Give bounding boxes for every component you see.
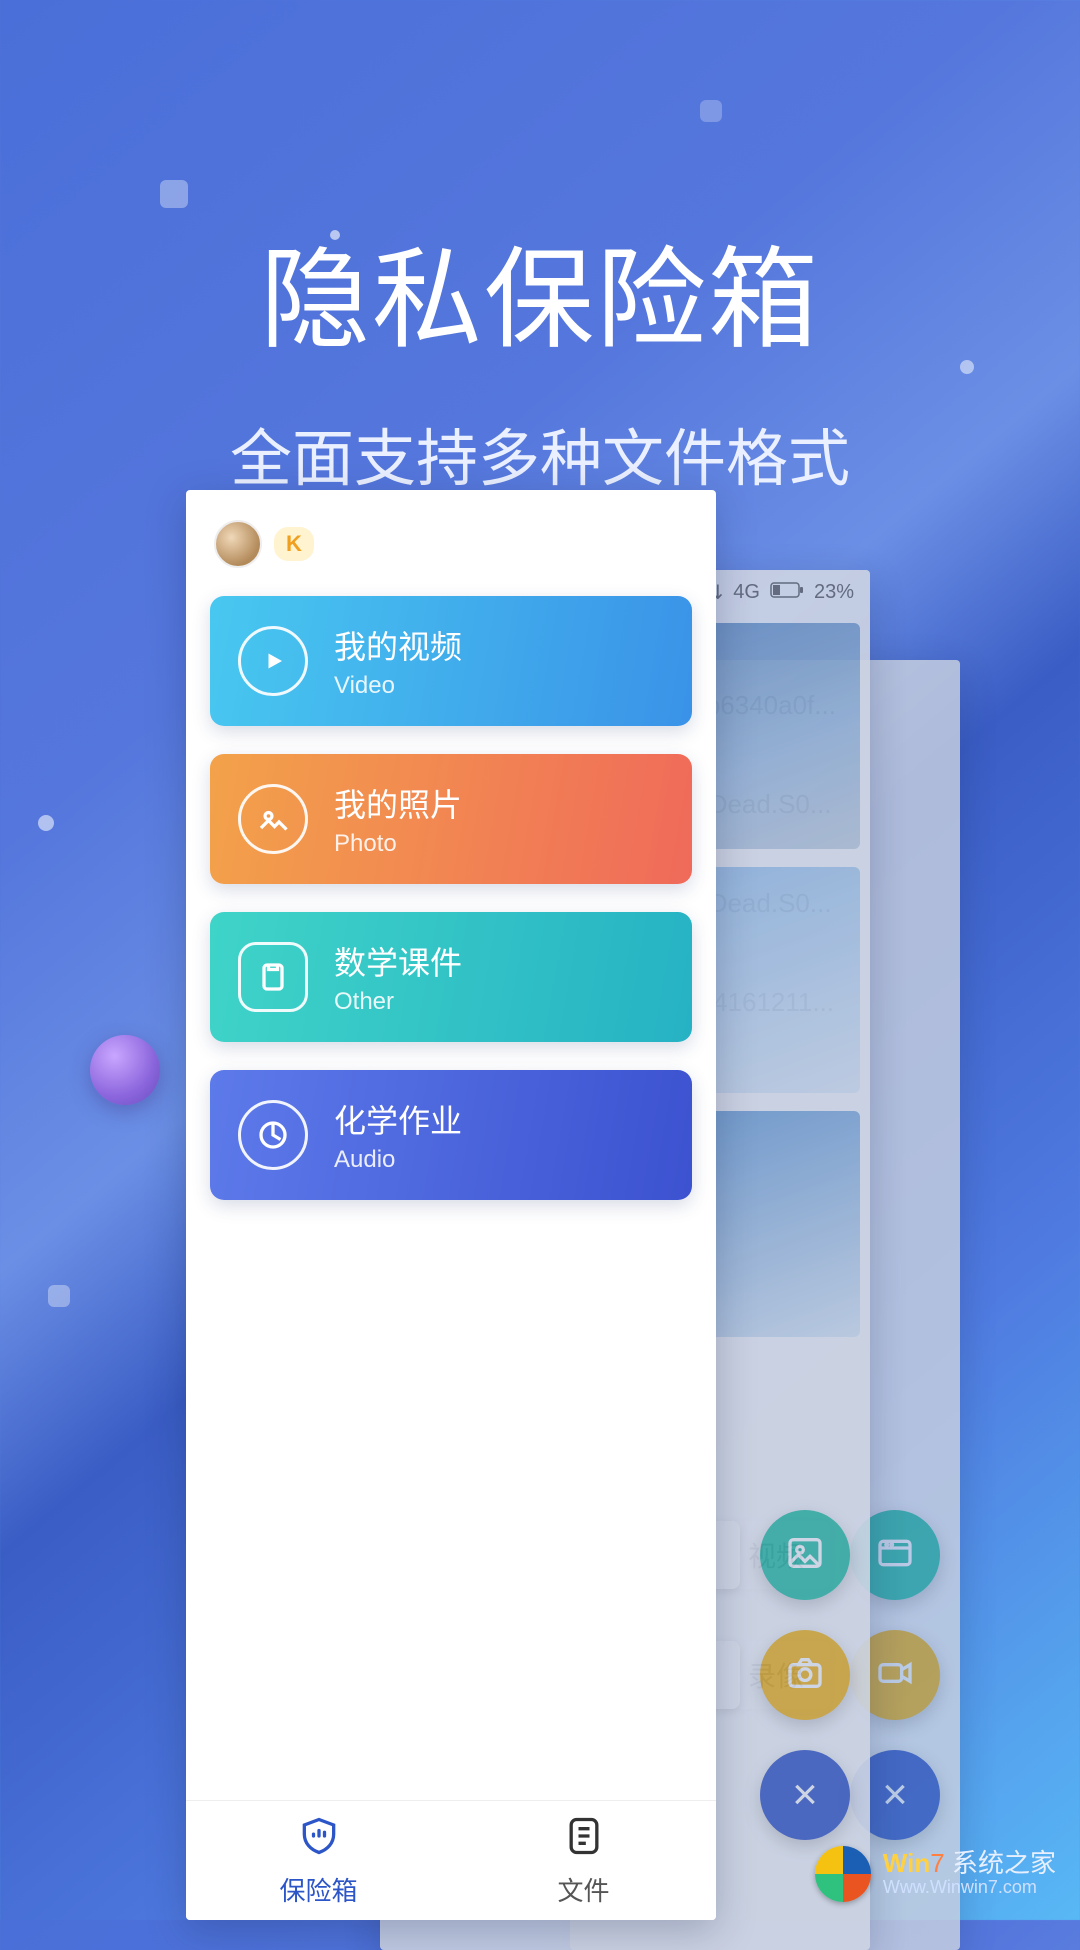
watermark-logo-icon xyxy=(815,1846,871,1902)
tab-files[interactable]: 文件 xyxy=(451,1801,716,1920)
close-icon: × xyxy=(882,1770,908,1820)
document-icon xyxy=(238,942,308,1012)
hero-subtitle: 全面支持多种文件格式 xyxy=(0,408,1080,498)
fab-camera-button[interactable] xyxy=(760,1630,850,1720)
battery-icon xyxy=(770,581,804,604)
avatar[interactable] xyxy=(214,520,262,568)
camera-icon xyxy=(785,1653,825,1698)
vip-badge: K xyxy=(274,527,314,561)
audio-icon xyxy=(238,1100,308,1170)
category-sub: Other xyxy=(334,988,462,1016)
watermark: Win7 系统之家 Www.Winwin7.com xyxy=(815,1846,1056,1902)
gallery-icon xyxy=(785,1533,825,1578)
bg-decoration xyxy=(700,100,722,122)
category-title: 我的照片 xyxy=(334,780,462,826)
camcorder-icon xyxy=(875,1653,915,1698)
fab-close-button[interactable]: × xyxy=(760,1750,850,1840)
hero-title: 隐私保险箱 xyxy=(0,210,1080,370)
category-title: 化学作业 xyxy=(334,1096,462,1142)
close-icon: × xyxy=(792,1770,818,1820)
video-icon xyxy=(875,1533,915,1578)
category-sub: Video xyxy=(334,672,462,700)
watermark-brand: Win xyxy=(883,1848,930,1878)
watermark-name: 系统之家 xyxy=(952,1848,1056,1878)
bg-decoration xyxy=(48,1285,70,1307)
category-photo[interactable]: 我的照片 Photo xyxy=(210,754,692,884)
fab-gallery-button[interactable] xyxy=(760,1510,850,1600)
bg-decoration xyxy=(160,180,188,208)
battery-label: 23% xyxy=(814,581,854,604)
tab-vault[interactable]: 保险箱 xyxy=(186,1801,451,1920)
category-other[interactable]: 数学课件 Other xyxy=(210,912,692,1042)
watermark-brand: 7 xyxy=(930,1848,944,1878)
network-label: 4G xyxy=(733,581,760,604)
category-sub: Photo xyxy=(334,830,462,858)
profile-row: K xyxy=(186,490,716,586)
category-title: 数学课件 xyxy=(334,938,462,984)
play-icon xyxy=(238,626,308,696)
category-sub: Audio xyxy=(334,1146,462,1174)
tab-label: 文件 xyxy=(557,1871,609,1908)
file-icon xyxy=(562,1814,606,1865)
category-video[interactable]: 我的视频 Video xyxy=(210,596,692,726)
watermark-url: Www.Winwin7.com xyxy=(883,1877,1056,1898)
category-title: 我的视频 xyxy=(334,622,462,668)
hero: 隐私保险箱 全面支持多种文件格式 xyxy=(0,210,1080,498)
image-icon xyxy=(238,784,308,854)
bg-decoration xyxy=(38,815,54,831)
category-list: 我的视频 Video 我的照片 Photo 数学课件 Other 化学作业 Audio xyxy=(186,586,716,1210)
category-audio[interactable]: 化学作业 Audio xyxy=(210,1070,692,1200)
screenshot-front: K 我的视频 Video 我的照片 Photo 数学课件 Other 化学作业 Audi… xyxy=(186,490,716,1920)
bg-decoration xyxy=(90,1035,160,1105)
shield-icon xyxy=(297,1814,341,1865)
tab-label: 保险箱 xyxy=(279,1871,357,1908)
bottom-tabs: 保险箱 文件 xyxy=(186,1800,716,1920)
